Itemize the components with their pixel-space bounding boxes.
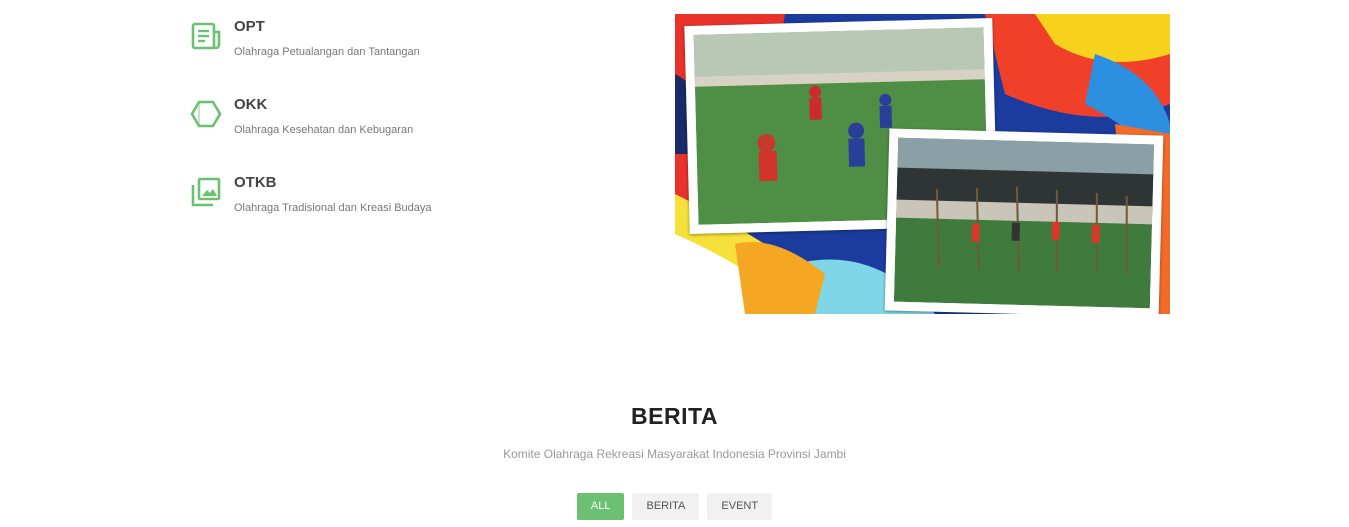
feature-list: OPT Olahraga Petualangan dan Tantangan O… <box>190 16 610 250</box>
activity-photo-collage <box>675 14 1170 314</box>
feature-subtitle: Olahraga Petualangan dan Tantangan <box>234 46 420 58</box>
feature-title: OKK <box>234 96 268 113</box>
feature-item-opt: OPT Olahraga Petualangan dan Tantangan <box>190 16 610 94</box>
feature-title: OPT <box>234 18 265 35</box>
image-stack-icon <box>191 177 221 207</box>
filter-all-button[interactable]: ALL <box>576 493 625 520</box>
feature-item-okk: OKK Olahraga Kesehatan dan Kebugaran <box>190 94 610 172</box>
feature-item-otkb: OTKB Olahraga Tradisional dan Kreasi Bud… <box>190 172 610 250</box>
feature-subtitle: Olahraga Kesehatan dan Kebugaran <box>234 124 414 136</box>
photo-stilt-walking <box>884 128 1164 314</box>
section-subtitle: Komite Olahraga Rekreasi Masyarakat Indo… <box>503 447 846 461</box>
feature-subtitle: Olahraga Tradisional dan Kreasi Budaya <box>234 202 432 214</box>
news-filter-group: ALL BERITA EVENT <box>0 493 1349 520</box>
hexagon-icon <box>190 100 222 128</box>
document-list-icon <box>191 22 221 50</box>
filter-event-button[interactable]: EVENT <box>707 493 773 520</box>
filter-berita-button[interactable]: BERITA <box>632 493 700 520</box>
feature-title: OTKB <box>234 174 277 191</box>
section-title: BERITA <box>631 403 718 429</box>
